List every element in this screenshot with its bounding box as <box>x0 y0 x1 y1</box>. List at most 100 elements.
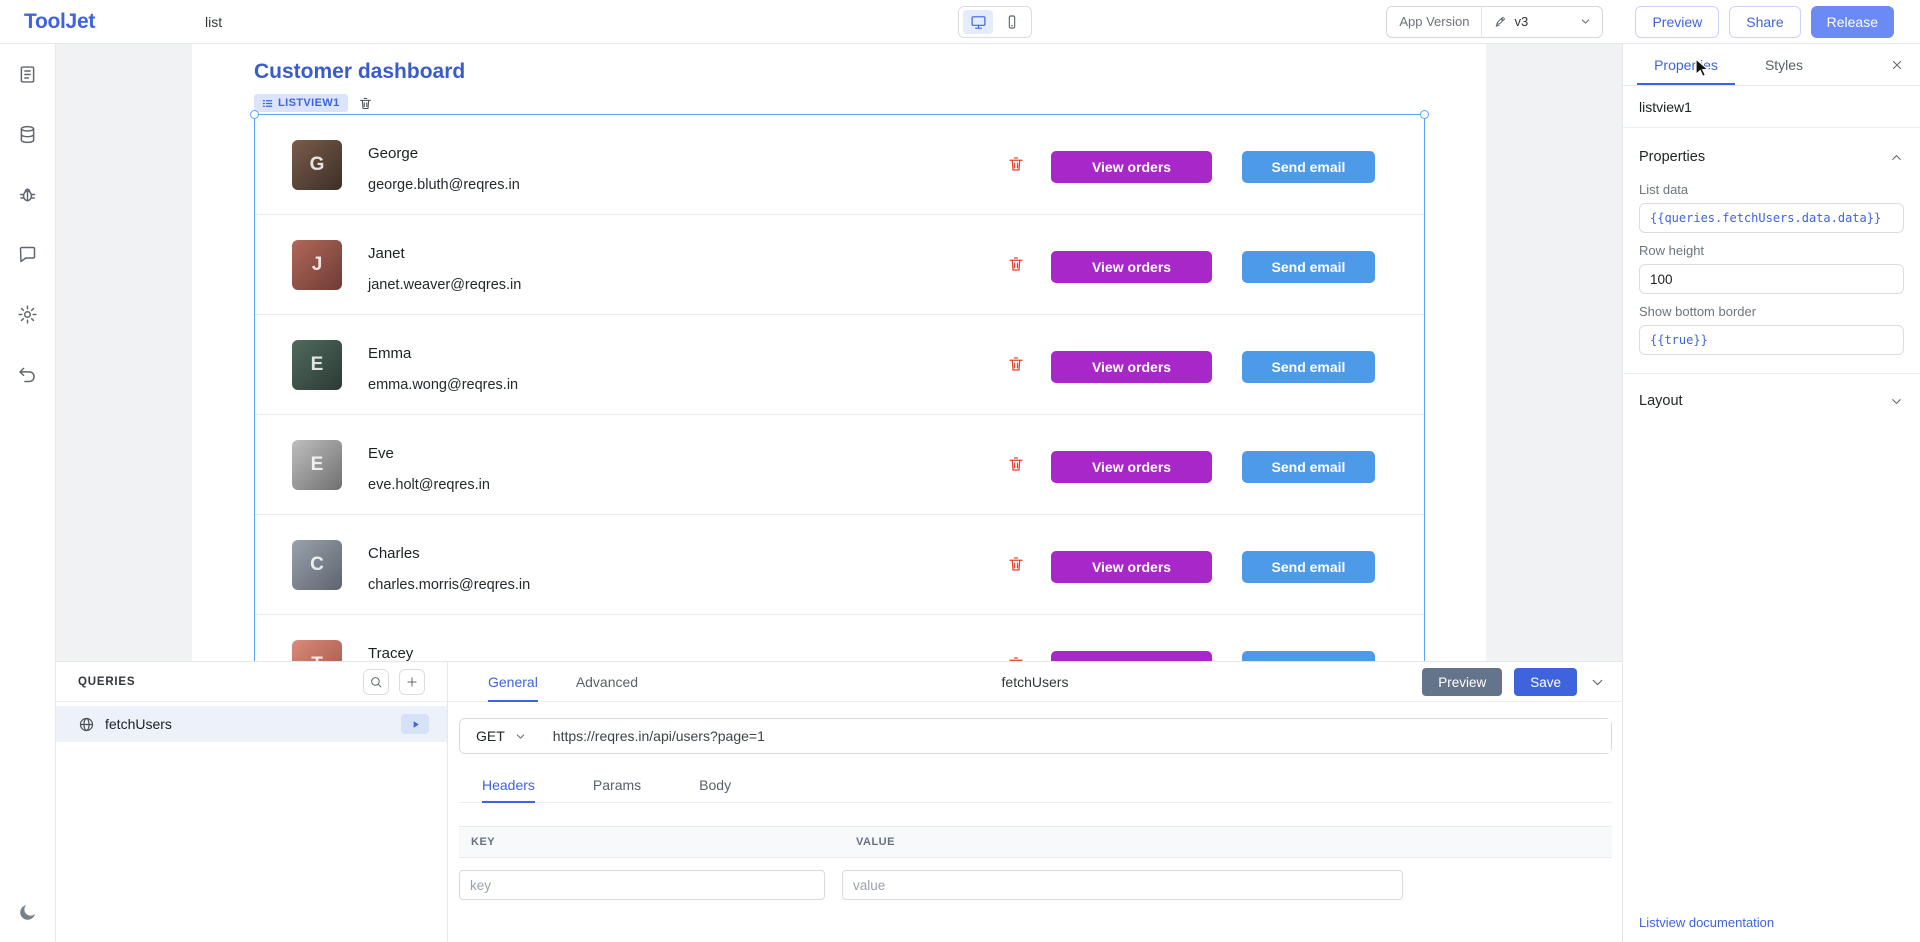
share-button[interactable]: Share <box>1729 6 1800 38</box>
bottom-border-input[interactable] <box>1639 325 1904 355</box>
add-query-button[interactable] <box>399 669 425 695</box>
trash-icon <box>1007 155 1025 173</box>
list-icon <box>262 98 273 109</box>
list-data-label: List data <box>1639 182 1904 197</box>
send-email-button[interactable]: Send email <box>1242 251 1375 283</box>
layout-section-header[interactable]: Layout <box>1639 386 1904 416</box>
collapse-query-panel-button[interactable] <box>1589 674 1606 691</box>
view-orders-button[interactable]: View orders <box>1051 451 1212 483</box>
send-email-button[interactable]: Send email <box>1242 551 1375 583</box>
app-version-control: App Version v3 <box>1386 6 1603 38</box>
properties-section-header[interactable]: Properties <box>1639 142 1904 172</box>
device-layout-toggle <box>958 6 1032 38</box>
send-email-button[interactable]: Send email <box>1242 151 1375 183</box>
delete-widget-button[interactable] <box>358 96 373 111</box>
section-divider <box>1623 373 1920 374</box>
mobile-layout-button[interactable] <box>997 10 1027 34</box>
trash-icon <box>1007 355 1025 373</box>
run-query-button[interactable] <box>401 714 429 734</box>
desktop-icon <box>970 14 987 31</box>
play-icon <box>410 719 421 730</box>
version-select[interactable]: v3 <box>1482 14 1602 29</box>
desktop-layout-button[interactable] <box>963 10 993 34</box>
tab-params[interactable]: Params <box>593 766 641 803</box>
customer-email: george.bluth@reqres.in <box>368 177 520 193</box>
delete-row-button[interactable] <box>1007 555 1025 573</box>
view-orders-button[interactable]: View orders <box>1051 251 1212 283</box>
rocket-icon <box>1494 15 1507 28</box>
delete-row-button[interactable] <box>1007 155 1025 173</box>
database-icon[interactable] <box>14 120 42 148</box>
query-list-pane: QUERIES fetchUsers <box>56 662 448 942</box>
avatar: C <box>292 540 342 590</box>
avatar: E <box>292 440 342 490</box>
customer-name: Janet <box>368 245 405 262</box>
value-column-header: VALUE <box>856 836 895 848</box>
query-preview-button[interactable]: Preview <box>1422 668 1502 696</box>
resize-handle-top-right[interactable] <box>1420 110 1429 119</box>
search-icon <box>369 675 383 689</box>
tab-advanced[interactable]: Advanced <box>576 662 638 702</box>
customer-email: charles.morris@reqres.in <box>368 577 530 593</box>
list-data-input[interactable] <box>1639 203 1904 233</box>
resize-handle-top-left[interactable] <box>250 110 259 119</box>
top-header: ToolJet list App Version v3 Preview Shar… <box>0 0 1920 44</box>
close-inspector-button[interactable] <box>1886 54 1908 76</box>
customer-email: eve.holt@reqres.in <box>368 477 490 493</box>
rest-api-icon <box>78 716 95 733</box>
view-orders-button[interactable]: View orders <box>1051 351 1212 383</box>
tab-styles[interactable]: Styles <box>1735 44 1833 85</box>
tab-properties[interactable]: Properties <box>1637 44 1735 85</box>
avatar: J <box>292 240 342 290</box>
query-name: fetchUsers <box>105 716 172 732</box>
pages-icon[interactable] <box>14 60 42 88</box>
settings-icon[interactable] <box>14 300 42 328</box>
send-email-button[interactable]: Send email <box>1242 451 1375 483</box>
customer-name: George <box>368 145 418 162</box>
mobile-icon <box>1004 14 1020 30</box>
release-button[interactable]: Release <box>1811 6 1894 38</box>
tab-general[interactable]: General <box>488 662 538 702</box>
view-orders-button[interactable]: View orders <box>1051 651 1212 661</box>
customer-name: Tracey <box>368 645 413 661</box>
row-height-input[interactable] <box>1639 264 1904 294</box>
query-save-button[interactable]: Save <box>1514 668 1577 696</box>
query-editor-title: fetchUsers <box>1002 674 1069 690</box>
tooljet-logo: ToolJet <box>24 10 95 34</box>
search-queries-button[interactable] <box>363 669 389 695</box>
key-column-header: KEY <box>471 836 495 848</box>
header-value-input[interactable] <box>842 870 1403 900</box>
delete-row-button[interactable] <box>1007 455 1025 473</box>
list-item: C Charles charles.morris@reqres.in View … <box>255 515 1424 615</box>
plus-icon <box>405 675 419 689</box>
app-version-label: App Version <box>1387 7 1482 37</box>
query-panel: QUERIES fetchUsers General Advanced fetc… <box>56 661 1622 942</box>
send-email-button[interactable]: Send email <box>1242 351 1375 383</box>
listview-widget[interactable]: G George george.bluth@reqres.in View ord… <box>254 114 1425 661</box>
avatar: G <box>292 140 342 190</box>
tab-body[interactable]: Body <box>699 766 731 803</box>
header-key-input[interactable] <box>459 870 825 900</box>
undo-icon[interactable] <box>14 360 42 388</box>
send-email-button[interactable]: Send email <box>1242 651 1375 661</box>
comments-icon[interactable] <box>14 240 42 268</box>
debugger-icon[interactable] <box>14 180 42 208</box>
query-list-item[interactable]: fetchUsers <box>56 706 447 742</box>
method-select[interactable]: GET <box>460 719 541 753</box>
list-item: E Emma emma.wong@reqres.in View orders S… <box>255 315 1424 415</box>
dashboard-title-widget[interactable]: Customer dashboard <box>254 60 465 84</box>
tab-headers[interactable]: Headers <box>482 766 535 803</box>
list-item: T Tracey View orders Send email <box>255 615 1424 661</box>
trash-icon <box>1007 455 1025 473</box>
dark-mode-icon[interactable] <box>14 898 42 926</box>
view-orders-button[interactable]: View orders <box>1051 551 1212 583</box>
url-input[interactable] <box>541 719 1611 753</box>
preview-button[interactable]: Preview <box>1635 6 1719 38</box>
chevron-down-icon <box>1579 15 1592 28</box>
chevron-up-icon <box>1889 150 1904 165</box>
listview-documentation-link[interactable]: Listview documentation <box>1639 915 1774 930</box>
headers-input-row <box>459 870 1403 900</box>
delete-row-button[interactable] <box>1007 255 1025 273</box>
view-orders-button[interactable]: View orders <box>1051 151 1212 183</box>
delete-row-button[interactable] <box>1007 355 1025 373</box>
